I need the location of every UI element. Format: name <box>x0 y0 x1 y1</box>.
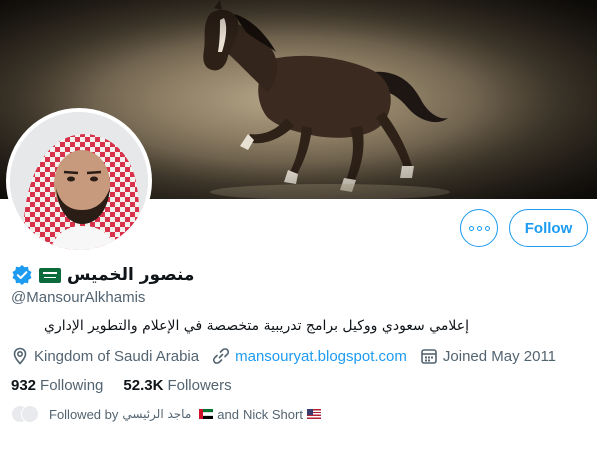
joined-text: Joined May 2011 <box>442 347 557 365</box>
following-label: Following <box>40 376 104 394</box>
profile-bio: إعلامي سعودي ووكيل برامج تدريبية متخصصة … <box>44 318 469 334</box>
profile-handle: @MansourAlkhamis <box>11 289 146 306</box>
followers-stat[interactable]: 52.3K Followers <box>123 377 231 394</box>
profile-stats: 932 Following 52.3K Followers <box>11 374 252 396</box>
uae-flag-icon <box>199 409 214 420</box>
location-pin-icon <box>13 347 27 365</box>
follower-name-1: ماجد الرئيسي <box>122 407 192 421</box>
profile-avatar[interactable] <box>6 108 152 254</box>
follower-avatar <box>21 405 39 423</box>
location-text: Kingdom of Saudi Arabia <box>34 347 200 365</box>
more-dots-icon <box>468 225 490 231</box>
display-name-row: منصور الخميس <box>11 263 194 287</box>
follower-name-2: Nick Short <box>242 406 303 422</box>
joined-item: Joined May 2011 <box>420 347 556 365</box>
followed-by-prefix: Followed by <box>49 406 119 422</box>
following-stat[interactable]: 932 Following <box>11 377 103 394</box>
calendar-icon <box>421 349 437 364</box>
profile-meta: Kingdom of Saudi Arabia mansouryat.blogs… <box>11 345 569 367</box>
verified-badge-icon <box>12 265 32 285</box>
followers-label: Followers <box>167 376 232 394</box>
followed-by[interactable]: Followed by ماجد الرئيسي and Nick Short <box>11 403 321 425</box>
us-flag-icon <box>306 409 321 419</box>
website-link[interactable]: mansouryat.blogspot.com <box>235 348 407 365</box>
followers-count: 52.3K <box>123 376 164 394</box>
more-options-button[interactable] <box>460 209 498 247</box>
location-item: Kingdom of Saudi Arabia <box>11 347 199 365</box>
followed-by-connector: and <box>217 406 239 422</box>
saudi-arabia-flag-icon <box>39 267 61 283</box>
display-name: منصور الخميس <box>67 265 195 285</box>
avatar-photo <box>10 112 148 250</box>
follow-button[interactable]: Follow <box>509 209 588 247</box>
website-item[interactable]: mansouryat.blogspot.com <box>212 347 407 365</box>
follower-avatars <box>11 405 41 423</box>
following-count: 932 <box>11 376 37 394</box>
link-icon <box>213 348 230 364</box>
